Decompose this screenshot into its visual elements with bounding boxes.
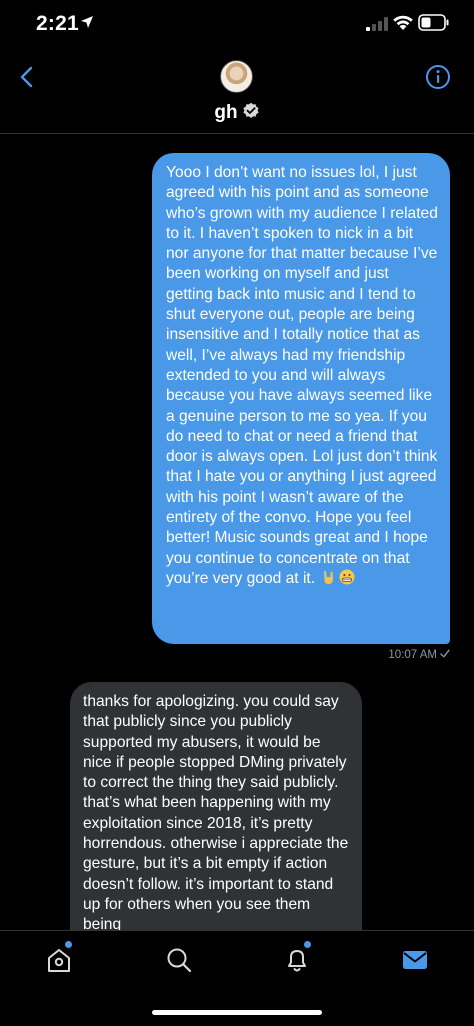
timestamp-text: 10:07 AM (388, 649, 437, 661)
message-timestamp: 10:07 AM (388, 649, 450, 661)
avatar[interactable] (220, 60, 253, 93)
home-icon[interactable] (44, 945, 74, 975)
home-indicator[interactable] (152, 1010, 322, 1015)
sent-message-text: Yooo I don’t want no issues lol, I just … (166, 164, 438, 587)
grimace-emoji (339, 569, 355, 585)
back-arrow-icon[interactable] (14, 64, 40, 90)
verified-badge-icon (243, 102, 259, 118)
conversation-title[interactable]: gh (0, 102, 474, 124)
sent-message-bubble[interactable]: Yooo I don’t want no issues lol, I just … (152, 153, 450, 644)
checkmark-icon (440, 649, 450, 658)
battery-icon (418, 14, 449, 31)
display-name: gh (214, 102, 238, 123)
received-message-text: thanks for apologizing. you could say th… (83, 693, 349, 934)
location-arrow-icon (81, 16, 93, 28)
dm-conversation-screen: 2:21 gh Yooo I don’t want no issues lol,… (0, 0, 474, 1026)
messages-icon[interactable] (400, 945, 430, 975)
notifications-icon[interactable] (282, 945, 312, 975)
conversation-header: gh (0, 50, 474, 134)
rock-hand-emoji (324, 570, 334, 584)
status-bar: 2:21 (0, 0, 474, 50)
home-notification-dot (65, 941, 72, 948)
search-icon[interactable] (164, 945, 194, 975)
info-icon[interactable] (425, 64, 451, 90)
status-time: 2:21 (36, 12, 79, 35)
notifications-dot (304, 941, 311, 948)
cellular-signal-icon (366, 17, 388, 31)
wifi-icon (393, 15, 413, 30)
